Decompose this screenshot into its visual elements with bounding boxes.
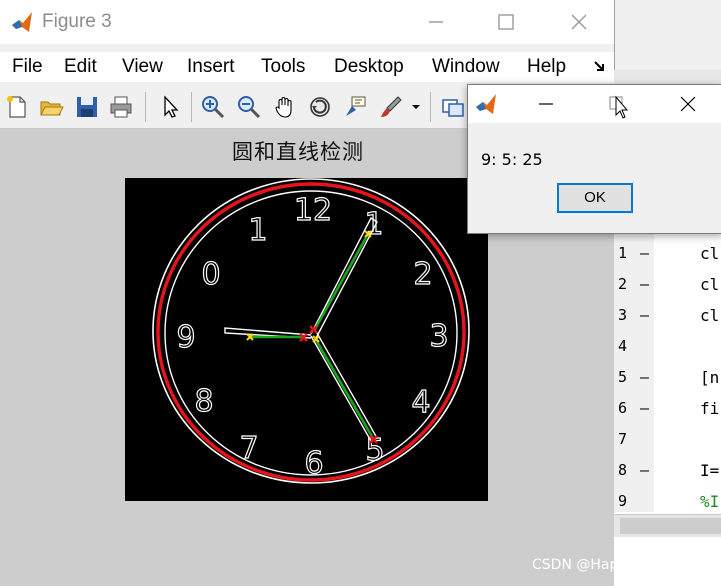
numeral-4: 4	[411, 385, 430, 420]
dialog-maximize-button[interactable]	[598, 89, 638, 119]
breakpoint-dash[interactable]: –	[640, 399, 649, 417]
data-cursor-icon[interactable]	[342, 94, 368, 120]
menu-view[interactable]: View	[122, 56, 163, 78]
code-editor: 1 2 3 4 5 6 7 8 9 – – – – – – cl cl cl […	[614, 230, 721, 586]
breakpoint-dash[interactable]: –	[640, 275, 649, 293]
axes-title: 圆和直线检测	[232, 140, 364, 164]
code-line[interactable]: fi	[700, 399, 719, 418]
watermark-text: CSDN @Happyday763	[532, 557, 689, 573]
rotate-3d-icon[interactable]	[307, 94, 333, 120]
chevron-down-icon[interactable]	[411, 102, 421, 112]
dock-arrow-icon[interactable]	[592, 58, 608, 74]
line-number: 6	[618, 399, 628, 417]
numeral-8: 8	[194, 384, 213, 419]
code-line[interactable]: I=	[700, 461, 719, 480]
code-line[interactable]: cl	[700, 306, 719, 325]
new-figure-icon[interactable]	[4, 94, 30, 120]
menu-tools[interactable]: Tools	[261, 56, 305, 78]
message-dialog: 9: 5: 25 OK	[467, 84, 721, 234]
zoom-out-icon[interactable]	[236, 94, 262, 120]
breakpoint-dash[interactable]: –	[640, 368, 649, 386]
edit-plot-pointer-icon[interactable]	[157, 94, 183, 120]
window-title: Figure 3	[42, 11, 112, 32]
numeral-3: 3	[429, 319, 448, 354]
line-number: 5	[618, 368, 628, 386]
numeral-11-part: 1	[248, 213, 267, 248]
close-button[interactable]	[544, 0, 614, 44]
dialog-minimize-button[interactable]	[526, 89, 566, 119]
pan-hand-icon[interactable]	[272, 94, 298, 120]
numeral-6: 6	[304, 446, 323, 481]
menu-help[interactable]: Help	[527, 56, 566, 78]
toolbar-separator	[430, 92, 431, 122]
clock-image-axes: 12 1 2 3 4 5 6 7 8 9 0 1	[125, 178, 488, 501]
line-number: 1	[618, 244, 628, 262]
open-file-icon[interactable]	[38, 94, 64, 120]
menu-edit[interactable]: Edit	[64, 56, 97, 78]
breakpoint-dash[interactable]: –	[640, 244, 649, 262]
line-number: 7	[618, 430, 628, 448]
save-icon[interactable]	[74, 94, 100, 120]
zoom-in-icon[interactable]	[200, 94, 226, 120]
line-number: 9	[618, 492, 628, 510]
toolbar-separator	[191, 92, 192, 122]
dialog-close-button[interactable]	[668, 89, 708, 119]
matlab-logo-icon	[474, 92, 498, 116]
numeral-10-part: 0	[201, 257, 220, 292]
numeral-2: 2	[413, 257, 432, 292]
dialog-titlebar	[468, 85, 721, 123]
menu-desktop[interactable]: Desktop	[334, 56, 404, 78]
dialog-message: 9: 5: 25	[481, 150, 543, 169]
horizontal-scrollbar[interactable]	[614, 514, 721, 537]
figure-titlebar: Figure 3	[0, 0, 614, 44]
line-number: 3	[618, 306, 628, 324]
ok-button[interactable]: OK	[557, 183, 633, 213]
brush-icon[interactable]	[378, 94, 404, 120]
line-number: 8	[618, 461, 628, 479]
maximize-button[interactable]	[470, 0, 540, 44]
numeral-9: 9	[176, 320, 195, 355]
line-number: 4	[618, 337, 628, 355]
toolbar-separator	[145, 92, 146, 122]
menu-file[interactable]: File	[12, 56, 43, 78]
numeral-12: 12	[294, 193, 332, 228]
menu-bar: File Edit View Insert Tools Desktop Wind…	[0, 52, 614, 82]
link-plot-icon[interactable]	[440, 94, 466, 120]
menu-window[interactable]: Window	[432, 56, 500, 78]
code-line[interactable]: cl	[700, 275, 719, 294]
code-comment-line[interactable]: %I	[700, 492, 719, 511]
matlab-logo-icon	[10, 10, 34, 34]
minimize-button[interactable]	[400, 0, 470, 44]
code-line[interactable]: cl	[700, 244, 719, 263]
scrollbar-thumb[interactable]	[620, 518, 721, 534]
breakpoint-dash[interactable]: –	[640, 461, 649, 479]
breakpoint-dash[interactable]: –	[640, 306, 649, 324]
numeral-7: 7	[239, 431, 258, 466]
menu-insert[interactable]: Insert	[187, 56, 235, 78]
line-number: 2	[618, 275, 628, 293]
code-line[interactable]: [n	[700, 368, 719, 387]
print-icon[interactable]	[108, 94, 134, 120]
